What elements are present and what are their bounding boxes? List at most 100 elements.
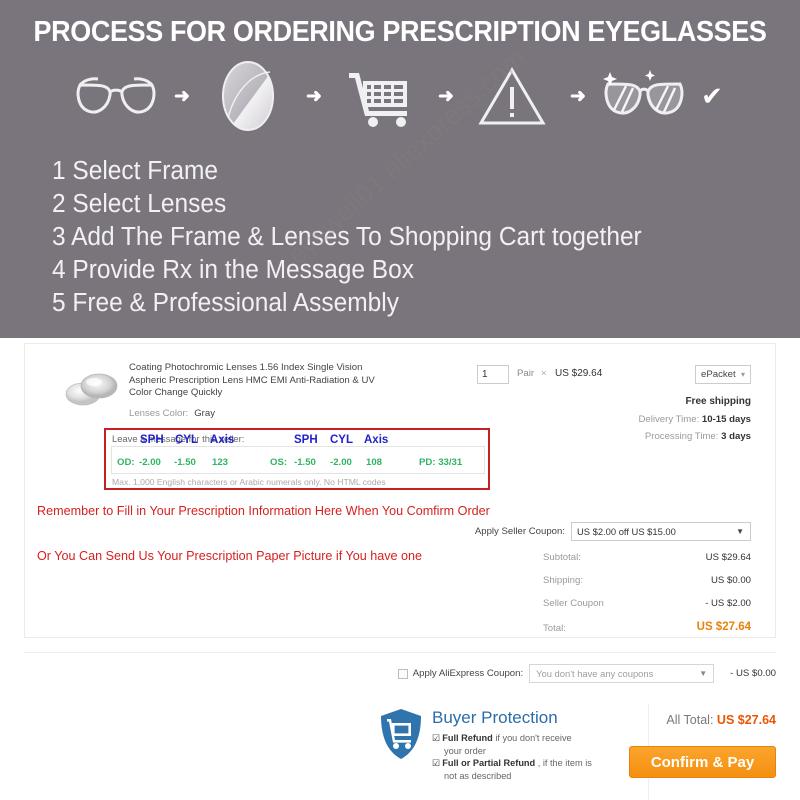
shield-cart-icon [380, 708, 422, 760]
eyeglasses-frame-icon [68, 73, 164, 119]
shipping-cost-label: Shipping: [543, 575, 584, 586]
total-label: Total: [543, 623, 566, 634]
rx-od-cyl: -1.50 [174, 457, 196, 468]
totals-row-shipping: Shipping: US $0.00 [491, 575, 751, 586]
delivery-time-row: Delivery Time: 10-15 days [638, 414, 751, 425]
divider [24, 652, 776, 653]
rx-header-od-axis: Axis [210, 434, 235, 446]
product-title[interactable]: Coating Photochromic Lenses 1.56 Index S… [129, 362, 379, 400]
rx-header-os-cyl: CYL [330, 434, 353, 446]
quantity-unit-label: Pair [517, 368, 535, 379]
rx-os-eye: OS: [270, 457, 288, 468]
product-thumbnail-lens-icon[interactable] [61, 356, 123, 418]
lens-icon [200, 60, 296, 132]
finished-eyeglasses-icon [596, 70, 692, 122]
seller-coupon-label: Apply Seller Coupon: [474, 526, 565, 537]
delivery-time-value: 10-15 days [701, 414, 751, 425]
seller-coupon-row: Apply Seller Coupon: US $2.00 off US $15… [475, 522, 751, 541]
buyer-protection-text: Buyer Protection ☑ Full Refund if you don… [432, 708, 592, 782]
confirm-and-pay-button[interactable]: Confirm & Pay [629, 746, 776, 778]
totals-row-total: Total: US $27.64 [491, 621, 751, 634]
rx-header-od-sph: SPH [140, 434, 164, 446]
rx-header-od-cyl: CYL [175, 434, 198, 446]
seller-coupon-value: US $2.00 off US $15.00 [577, 526, 676, 537]
rx-os-axis: 108 [366, 457, 383, 468]
process-icon-row: ➜ ➜ ➜ ➜ ✔ [0, 60, 800, 132]
shipping-method-select[interactable]: ePacket ▾ [695, 365, 751, 384]
product-color-row: Lenses Color: Gray [129, 408, 215, 419]
process-step-3: 3 Add The Frame & Lenses To Shopping Car… [52, 223, 642, 251]
full-refund-label: Full Refund [442, 733, 493, 743]
page-title: PROCESS FOR ORDERING PRESCRIPTION EYEGLA… [33, 16, 767, 48]
rx-od-sph: -2.00 [139, 457, 161, 468]
aliexpress-coupon-checkbox[interactable] [397, 668, 408, 679]
subtotal-value: US $29.64 [705, 552, 751, 563]
checkbox-checked-icon: ☑ [432, 733, 441, 743]
all-total-label: All Total: [666, 713, 714, 727]
rx-od-axis: 123 [212, 457, 229, 468]
partial-refund-desc: , if the item is [535, 758, 592, 769]
totals-row-seller-coupon: Seller Coupon - US $2.00 [491, 598, 751, 609]
processing-time-value: 3 days [721, 431, 751, 442]
unit-price: US $29.64 [555, 368, 603, 379]
product-color-label: Lenses Color: [129, 408, 189, 419]
all-total-row: All Total: US $27.64 [666, 713, 776, 727]
buyer-protection-item-2: ☑ Full or Partial Refund , if the item is [432, 757, 592, 770]
subtotal-label: Subtotal: [543, 552, 581, 563]
chevron-down-icon: ▼ [699, 669, 708, 678]
partial-refund-label: Full or Partial Refund [442, 758, 536, 769]
order-item-card: Coating Photochromic Lenses 1.56 Index S… [24, 343, 776, 638]
processing-time-label: Processing Time: [644, 431, 719, 442]
arrow-icon-4: ➜ [570, 85, 586, 107]
all-total-value: US $27.64 [716, 713, 776, 727]
arrow-icon-3: ➜ [438, 85, 454, 107]
seller-coupon-discount-label: Seller Coupon [543, 598, 604, 609]
totals-row-subtotal: Subtotal: US $29.64 [491, 552, 751, 563]
process-step-2: 2 Select Lenses [52, 190, 227, 218]
seller-message-highlight-box: Leave a message for this seller: SPH CYL… [104, 428, 490, 490]
processing-time-row: Processing Time: 3 days [645, 431, 751, 442]
buyer-protection-title: Buyer Protection [432, 708, 558, 727]
chevron-down-icon: ▼ [736, 527, 744, 536]
rx-pd-value: PD: 33/31 [419, 457, 463, 468]
seller-message-textarea[interactable]: SPH CYL Axis SPH CYL Axis OD: -2.00 -1.5… [111, 434, 485, 474]
buyer-protection-block: Buyer Protection ☑ Full Refund if you don… [380, 708, 592, 782]
delivery-time-label: Delivery Time: [638, 414, 700, 425]
prescription-warning-line-2: Or You Can Send Us Your Prescription Pap… [37, 549, 423, 563]
chevron-down-icon: ▾ [740, 370, 745, 379]
aliexpress-coupon-select[interactable]: You don't have any coupons ▼ [529, 664, 715, 683]
arrow-icon-1: ➜ [174, 85, 190, 107]
rx-header-os-sph: SPH [294, 434, 318, 446]
buyer-protection-item-2-cont: not as described [444, 770, 512, 781]
rx-os-sph: -1.50 [294, 457, 316, 468]
message-char-limit-note: Max. 1,000 English characters or Arabic … [112, 477, 386, 487]
quantity-input[interactable]: 1 [477, 365, 509, 384]
warning-triangle-icon [464, 65, 560, 127]
process-step-5: 5 Free & Professional Assembly [52, 289, 399, 317]
page-root: PROCESS FOR ORDERING PRESCRIPTION EYEGLA… [0, 0, 800, 800]
checkbox-checked-icon: ☑ [432, 758, 441, 769]
shopping-cart-icon [332, 65, 428, 127]
process-step-4: 4 Provide Rx in the Message Box [52, 256, 414, 284]
seller-coupon-select[interactable]: US $2.00 off US $15.00 ▼ [571, 522, 751, 541]
checkmark-icon: ✔ [701, 80, 723, 111]
process-banner: PROCESS FOR ORDERING PRESCRIPTION EYEGLA… [0, 0, 800, 338]
aliexpress-coupon-row: Apply AliExpress Coupon: You don't have … [397, 664, 776, 683]
multiply-symbol: × [541, 368, 547, 379]
seller-coupon-discount-value: - US $2.00 [705, 598, 751, 609]
rx-od-eye: OD: [117, 457, 135, 468]
shipping-method-value: ePacket [701, 369, 736, 380]
product-color-value: Gray [194, 408, 215, 419]
buyer-protection-item-1: ☑ Full Refund if you don't receive [432, 732, 592, 745]
rx-header-os-axis: Axis [364, 434, 389, 446]
aliexpress-coupon-label: Apply AliExpress Coupon: [412, 668, 524, 679]
process-step-1: 1 Select Frame [52, 157, 218, 185]
full-refund-desc: if you don't receive [492, 733, 572, 743]
order-confirmation-panel: Coating Photochromic Lenses 1.56 Index S… [0, 338, 800, 800]
order-totals: Subtotal: US $29.64 Shipping: US $0.00 S… [491, 552, 751, 646]
prescription-warning-line-1: Remember to Fill in Your Prescription In… [37, 504, 490, 518]
aliexpress-coupon-placeholder: You don't have any coupons [536, 668, 654, 679]
aliexpress-coupon-amount: - US $0.00 [730, 668, 776, 679]
free-shipping-label: Free shipping [685, 396, 751, 407]
buyer-protection-item-1-cont: your order [444, 745, 486, 756]
